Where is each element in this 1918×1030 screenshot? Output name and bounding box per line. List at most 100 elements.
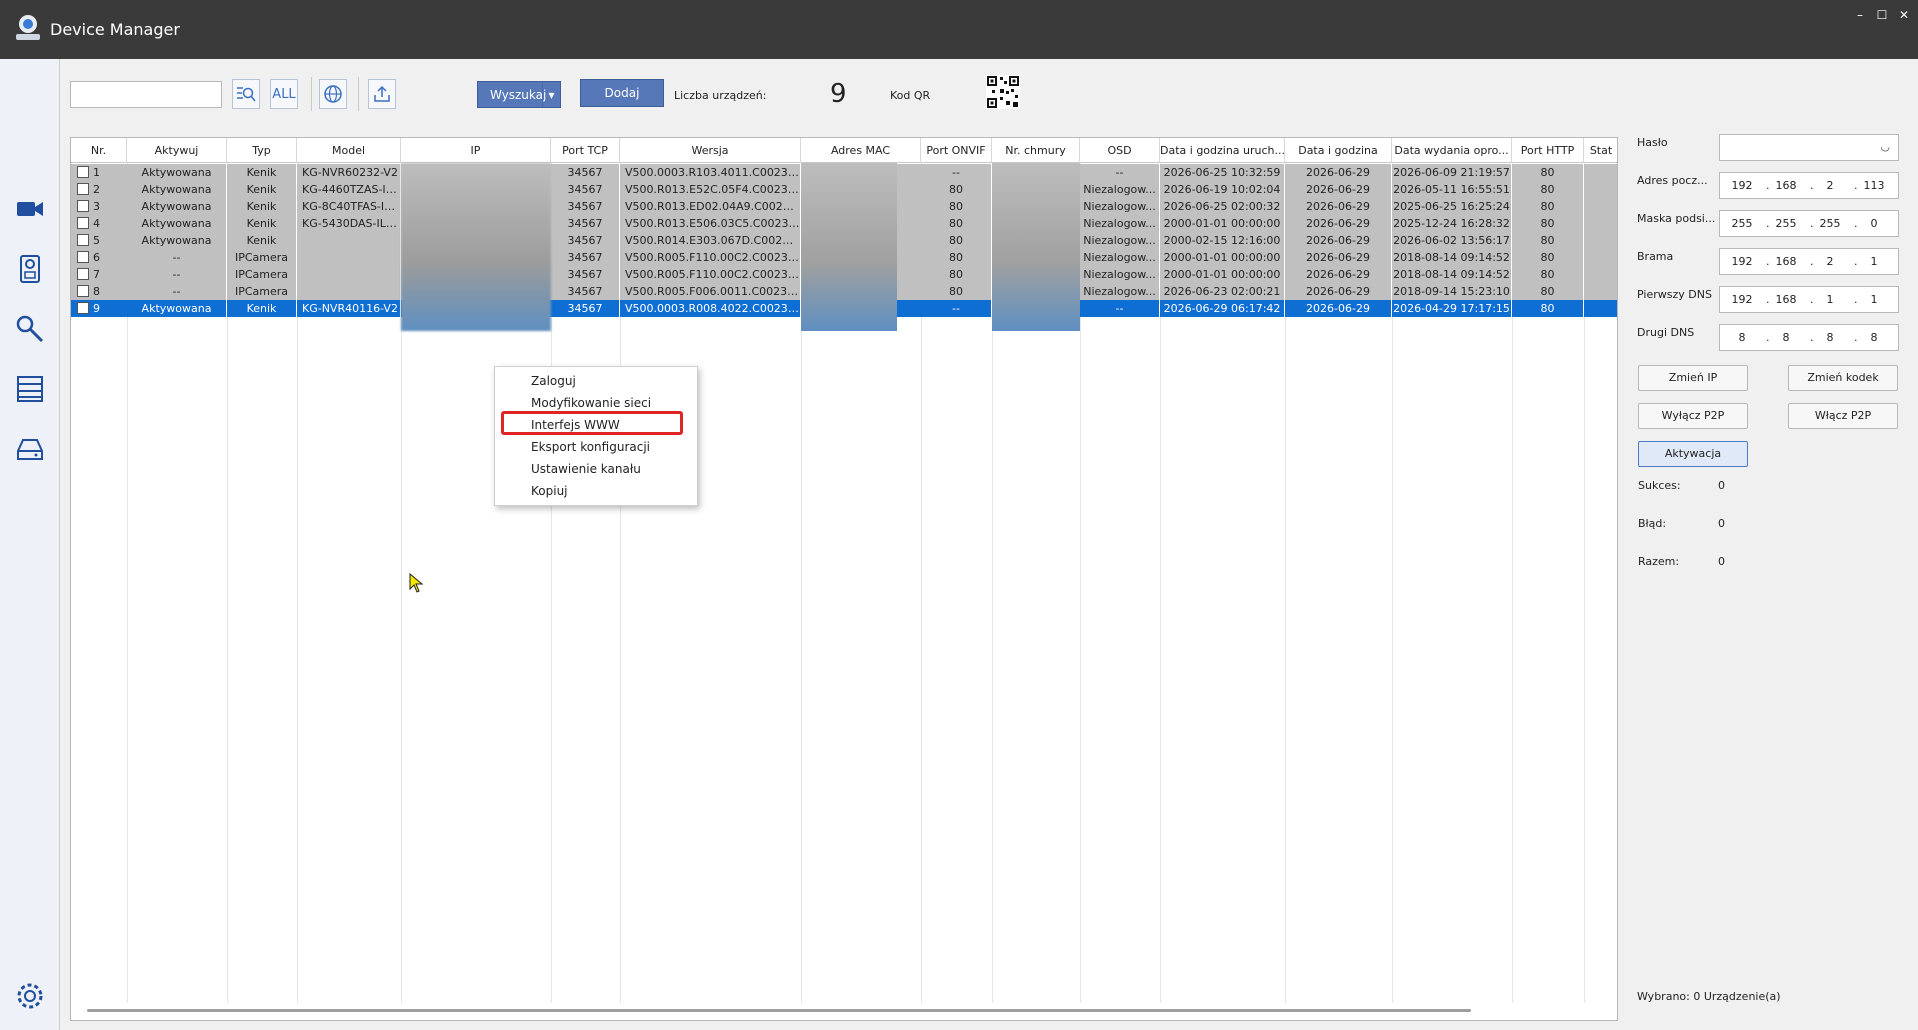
ip-octet[interactable]: 8 bbox=[1770, 331, 1802, 344]
column-header[interactable]: Nr. bbox=[71, 138, 127, 163]
column-header[interactable]: Model bbox=[297, 138, 401, 163]
column-header[interactable]: Typ bbox=[227, 138, 297, 163]
maximize-icon[interactable]: ☐ bbox=[1874, 8, 1890, 22]
intercom-icon[interactable] bbox=[14, 253, 46, 285]
password-field[interactable]: ◡ bbox=[1719, 134, 1899, 161]
menu-item-channel-setting[interactable]: Ustawienie kanału bbox=[531, 462, 641, 476]
ip-octet[interactable]: 2 bbox=[1814, 255, 1846, 268]
row-number: 4 bbox=[93, 217, 100, 230]
ip-octet[interactable]: 1 bbox=[1814, 293, 1846, 306]
column-header[interactable]: Stat bbox=[1584, 138, 1617, 163]
dns2-field[interactable]: 8.8.8.8 bbox=[1719, 324, 1899, 351]
ip-octet[interactable]: 1 bbox=[1858, 293, 1890, 306]
row-checkbox[interactable] bbox=[77, 166, 89, 178]
add-button[interactable]: Dodaj bbox=[580, 79, 664, 107]
ip-octet[interactable]: 1 bbox=[1858, 255, 1890, 268]
ip-octet[interactable]: 8 bbox=[1726, 331, 1758, 344]
column-header[interactable]: Data wydania opro... bbox=[1392, 138, 1512, 163]
ip-octet[interactable]: 255 bbox=[1726, 217, 1758, 230]
cell-data-uruch: 2026-06-29 06:17:42 bbox=[1160, 300, 1285, 317]
cell-data-wyd: 2025-12-24 16:28:32 bbox=[1392, 215, 1512, 232]
ip-octet[interactable]: 255 bbox=[1814, 217, 1846, 230]
ip-octet[interactable]: 168 bbox=[1770, 293, 1802, 306]
column-header[interactable]: Port HTTP bbox=[1512, 138, 1584, 163]
ip-octet[interactable]: 168 bbox=[1770, 179, 1802, 192]
row-checkbox[interactable] bbox=[77, 217, 89, 229]
minimize-icon[interactable]: – bbox=[1852, 8, 1868, 22]
export-button[interactable] bbox=[368, 79, 396, 109]
settings-gear-icon[interactable] bbox=[14, 980, 46, 1012]
cell-data-wyd: 2026-05-11 16:55:51 bbox=[1392, 181, 1512, 198]
column-header[interactable]: Nr. chmury bbox=[992, 138, 1080, 163]
menu-item-copy[interactable]: Kopiuj bbox=[531, 484, 568, 498]
search-button-label: Wyszukaj bbox=[490, 87, 547, 102]
ip-octet[interactable]: 2 bbox=[1814, 179, 1846, 192]
close-icon[interactable]: ✕ bbox=[1896, 8, 1912, 22]
cell-data-wyd: 2018-08-14 09:14:52 bbox=[1392, 266, 1512, 283]
chevron-down-icon[interactable]: ▾ bbox=[542, 82, 560, 107]
ip-dot-separator: . bbox=[1810, 331, 1814, 344]
ip-address-field[interactable]: 192. 168. 2. 113 bbox=[1719, 172, 1899, 199]
row-checkbox[interactable] bbox=[77, 234, 89, 246]
list-icon[interactable] bbox=[14, 373, 46, 405]
ip-dot-separator: . bbox=[1854, 217, 1858, 230]
change-codec-button[interactable]: Zmień kodek bbox=[1788, 365, 1898, 391]
column-header[interactable]: Data i godzina bbox=[1285, 138, 1392, 163]
search-filter-button[interactable] bbox=[232, 79, 260, 109]
subnet-mask-label: Maska podsi... bbox=[1637, 212, 1716, 225]
eye-icon[interactable]: ◡ bbox=[1880, 140, 1890, 153]
menu-item-login[interactable]: Zaloguj bbox=[531, 374, 576, 388]
ip-octet[interactable]: 192 bbox=[1726, 293, 1758, 306]
gateway-field[interactable]: 192. 168. 2. 1 bbox=[1719, 248, 1899, 275]
cell-data-wyd: 2018-09-14 15:23:10 bbox=[1392, 283, 1512, 300]
ip-octet[interactable]: 168 bbox=[1770, 255, 1802, 268]
row-checkbox[interactable] bbox=[77, 183, 89, 195]
cell-typ: Kenik bbox=[227, 215, 297, 232]
row-checkbox[interactable] bbox=[77, 302, 89, 314]
horizontal-scrollbar[interactable] bbox=[87, 1009, 1471, 1012]
cell-port-http: 80 bbox=[1512, 198, 1584, 215]
cell-port-tcp: 34567 bbox=[551, 300, 620, 317]
ip-octet[interactable]: 255 bbox=[1770, 217, 1802, 230]
column-header[interactable]: Data i godzina uruch... bbox=[1160, 138, 1285, 163]
row-checkbox[interactable] bbox=[77, 251, 89, 263]
ip-octet[interactable]: 8 bbox=[1814, 331, 1846, 344]
subnet-mask-field[interactable]: 255. 255. 255. 0 bbox=[1719, 210, 1899, 237]
dns1-field[interactable]: 192. 168. 1. 1 bbox=[1719, 286, 1899, 313]
cell-aktywuj: -- bbox=[127, 266, 227, 283]
enable-p2p-button[interactable]: Włącz P2P bbox=[1788, 403, 1898, 429]
search-button[interactable]: Wyszukaj ▾ bbox=[477, 81, 561, 108]
column-header[interactable]: IP bbox=[401, 138, 551, 163]
change-ip-button[interactable]: Zmień IP bbox=[1638, 365, 1748, 391]
disable-p2p-button[interactable]: Wyłącz P2P bbox=[1638, 403, 1748, 429]
web-browser-button[interactable] bbox=[319, 79, 347, 109]
column-header[interactable]: Port ONVIF bbox=[921, 138, 992, 163]
column-header[interactable]: Adres MAC bbox=[801, 138, 921, 163]
ip-octet[interactable]: 8 bbox=[1858, 331, 1890, 344]
cell-typ: Kenik bbox=[227, 164, 297, 181]
cell-wersja: V500.R013.E52C.05F4.C0023.B... bbox=[620, 181, 801, 198]
column-header[interactable]: Aktywuj bbox=[127, 138, 227, 163]
ip-octet[interactable]: 192 bbox=[1726, 255, 1758, 268]
qr-code-icon[interactable] bbox=[986, 75, 1020, 109]
column-header[interactable]: Wersja bbox=[620, 138, 801, 163]
menu-item-network-modify[interactable]: Modyfikowanie sieci bbox=[531, 396, 651, 410]
ip-octet[interactable]: 192 bbox=[1726, 179, 1758, 192]
menu-item-web-interface[interactable]: Interfejs WWW bbox=[531, 418, 620, 432]
storage-icon[interactable] bbox=[14, 433, 46, 465]
wrench-icon[interactable] bbox=[14, 313, 46, 345]
row-checkbox[interactable] bbox=[77, 268, 89, 280]
ip-octet[interactable]: 0 bbox=[1858, 217, 1890, 230]
column-header[interactable]: Port TCP bbox=[551, 138, 620, 163]
menu-item-export-config[interactable]: Eksport konfiguracji bbox=[531, 440, 650, 454]
row-checkbox[interactable] bbox=[77, 285, 89, 297]
row-checkbox[interactable] bbox=[77, 200, 89, 212]
search-input[interactable] bbox=[70, 81, 222, 108]
camera-icon[interactable] bbox=[14, 193, 46, 225]
column-header[interactable]: OSD bbox=[1080, 138, 1160, 163]
ip-octet[interactable]: 113 bbox=[1858, 179, 1890, 192]
select-all-button[interactable]: ALL bbox=[270, 79, 298, 109]
cell-data-uruch: 2026-06-23 02:00:21 bbox=[1160, 283, 1285, 300]
cell-port-tcp: 34567 bbox=[551, 249, 620, 266]
activate-button[interactable]: Aktywacja bbox=[1638, 441, 1748, 467]
